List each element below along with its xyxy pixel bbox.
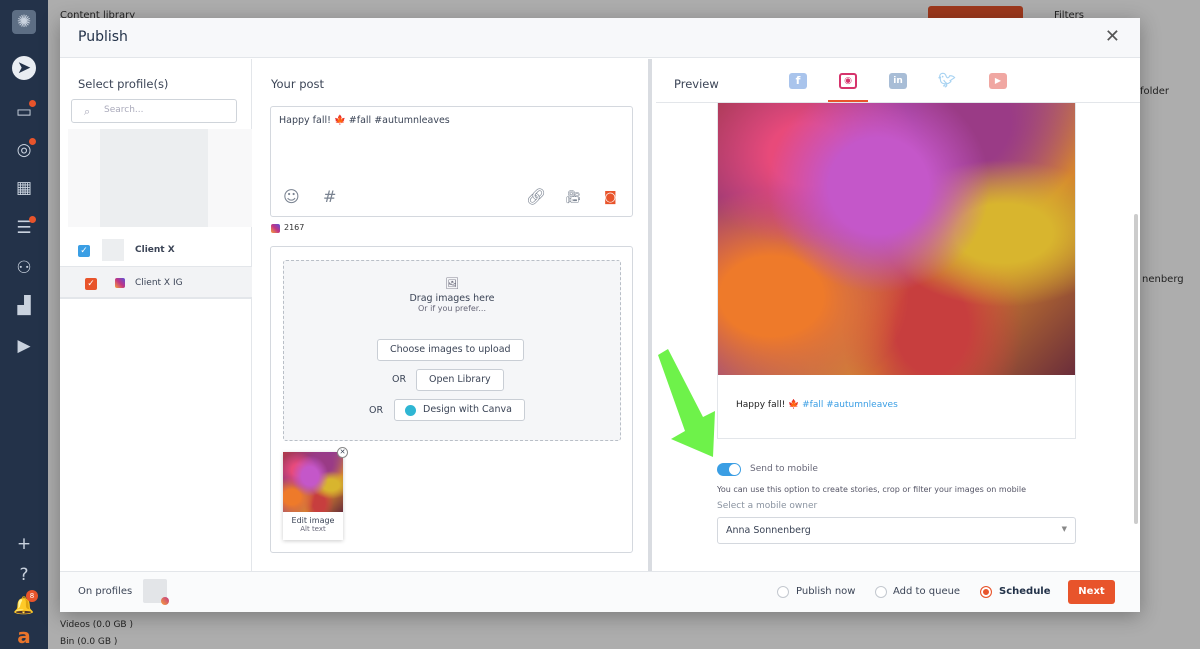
search-icon: ⌕ — [84, 105, 91, 118]
tab-twitter[interactable]: 🐦︎ — [938, 73, 956, 89]
media-library-icon[interactable]: ▶ — [12, 334, 36, 358]
post-column: Your post Happy fall! 🍁 #fall #autumnlea… — [253, 59, 652, 571]
preview-image — [718, 60, 1075, 375]
globe-icon[interactable]: ◎ — [12, 138, 36, 162]
add-to-queue-radio[interactable] — [875, 586, 887, 598]
next-button[interactable]: Next — [1068, 580, 1115, 604]
modal-footer: On profiles Publish now Add to queue Sch… — [60, 571, 1140, 612]
profile-name: Client X IG — [135, 278, 183, 288]
app-sidebar: ✺ ➤ ▭ ◎ ▦ ☰ ⚇ ▟ ▶ + ? 🔔 8 a — [0, 0, 48, 649]
send-to-mobile-help: You can use this option to create storie… — [717, 485, 1027, 494]
instagram-preview-card: Happy fall! 🍁 #fall #autumnleaves — [717, 59, 1076, 439]
link-icon[interactable]: 🔗︎ — [526, 187, 546, 206]
checkbox-client-x[interactable]: ✓ — [78, 245, 90, 257]
dropzone-title: Drag images here — [409, 293, 495, 304]
brand-logo: a — [17, 624, 31, 648]
profile-search-input[interactable]: Search... — [71, 99, 237, 123]
close-icon[interactable]: ✕ — [1105, 26, 1120, 47]
send-icon[interactable]: ➤ — [12, 56, 36, 80]
post-text[interactable]: Happy fall! 🍁 #fall #autumnleaves — [279, 115, 450, 126]
preview-heading: Preview — [674, 77, 719, 91]
canva-icon — [405, 405, 416, 416]
thumbnail-image — [283, 452, 343, 512]
profile-name: Client X — [135, 245, 175, 255]
emoji-icon[interactable]: ☺ — [283, 187, 300, 206]
mobile-owner-value: Anna Sonnenberg — [726, 525, 811, 536]
tab-youtube[interactable]: ▶ — [989, 73, 1007, 89]
post-editor[interactable]: Happy fall! 🍁 #fall #autumnleaves ☺ # 🔗︎… — [270, 106, 633, 217]
mobile-owner-select[interactable]: Anna Sonnenberg ▼ — [717, 517, 1076, 544]
image-thumbnail[interactable]: Edit image Alt text ✕ — [283, 447, 348, 540]
profiles-column: Select profile(s) Search... ⌕ ✓ Client X… — [60, 59, 252, 571]
canva-button[interactable]: Design with Canva — [394, 399, 525, 421]
profile-row-client-x-ig[interactable]: ✓ Client X IG — [60, 267, 252, 299]
notification-badge: 8 — [26, 590, 38, 602]
instagram-icon — [115, 278, 125, 288]
image-icon: 🖼︎ — [445, 277, 459, 290]
add-icon[interactable]: + — [12, 532, 36, 556]
edit-image-link[interactable]: Edit image — [283, 516, 343, 525]
scrollbar[interactable] — [1134, 214, 1138, 524]
logo-icon[interactable]: ✺ — [12, 10, 36, 34]
tab-linkedin[interactable]: in — [889, 73, 907, 89]
profiles-heading: Select profile(s) — [78, 77, 169, 91]
video-icon[interactable]: 🎥︎ — [565, 190, 582, 205]
canva-button-label: Design with Canva — [423, 404, 512, 415]
preview-column: Preview f ◉ in 🐦︎ ▶ Happy fall! 🍁 #fall … — [656, 59, 1140, 571]
tab-instagram[interactable]: ◉ — [839, 73, 857, 89]
media-area: 🖼︎ Drag images here Or if you prefer... … — [270, 246, 633, 553]
modal-title: Publish — [78, 29, 128, 45]
profile-group-placeholder — [68, 129, 252, 227]
image-dropzone[interactable]: 🖼︎ Drag images here Or if you prefer... … — [283, 260, 621, 441]
profile-avatar — [143, 579, 169, 605]
inbox-icon[interactable]: ▭ — [12, 100, 36, 124]
schedule-radio[interactable] — [980, 586, 992, 598]
or-label: OR — [392, 374, 407, 385]
send-to-mobile-label: Send to mobile — [750, 464, 818, 474]
preview-caption: Happy fall! 🍁 #fall #autumnleaves — [736, 400, 898, 410]
green-arrow-icon — [658, 349, 715, 457]
analytics-icon[interactable]: ▟ — [12, 294, 36, 318]
send-to-mobile-toggle[interactable] — [717, 463, 741, 476]
or-label: OR — [369, 405, 384, 416]
tab-facebook[interactable]: f — [789, 73, 807, 89]
calendar-icon[interactable]: ▦ — [12, 176, 36, 200]
chevron-down-icon: ▼ — [1061, 525, 1067, 533]
choose-images-button[interactable]: Choose images to upload — [377, 339, 524, 361]
photo-icon[interactable]: ◙ — [604, 190, 617, 205]
checkbox-client-x-ig[interactable]: ✓ — [85, 278, 97, 290]
help-icon[interactable]: ? — [12, 563, 36, 587]
char-count: 2167 — [284, 223, 305, 232]
publish-now-radio[interactable] — [777, 586, 789, 598]
add-to-queue-label[interactable]: Add to queue — [893, 586, 960, 597]
annotation-arrow — [658, 349, 715, 457]
alt-text-link[interactable]: Alt text — [283, 525, 343, 533]
mobile-owner-label: Select a mobile owner — [717, 501, 818, 511]
team-icon[interactable]: ⚇ — [12, 256, 36, 280]
instagram-icon — [161, 597, 169, 605]
hashtag-icon[interactable]: # — [323, 187, 336, 206]
active-tab-indicator — [828, 100, 868, 102]
publish-modal: Publish ✕ Select profile(s) Search... ⌕ … — [60, 18, 1140, 612]
schedule-label[interactable]: Schedule — [999, 586, 1051, 597]
publish-now-label[interactable]: Publish now — [796, 586, 855, 597]
on-profiles-label: On profiles — [78, 586, 133, 597]
profile-row-client-x[interactable]: ✓ Client X — [60, 235, 252, 267]
instagram-icon — [271, 224, 280, 233]
bell-icon[interactable]: 🔔 8 — [12, 590, 38, 618]
open-library-button[interactable]: Open Library — [416, 369, 504, 391]
post-heading: Your post — [271, 77, 325, 91]
tasks-icon[interactable]: ☰ — [12, 216, 36, 240]
dropzone-subtitle: Or if you prefer... — [418, 304, 486, 313]
remove-image-icon[interactable]: ✕ — [337, 447, 348, 458]
